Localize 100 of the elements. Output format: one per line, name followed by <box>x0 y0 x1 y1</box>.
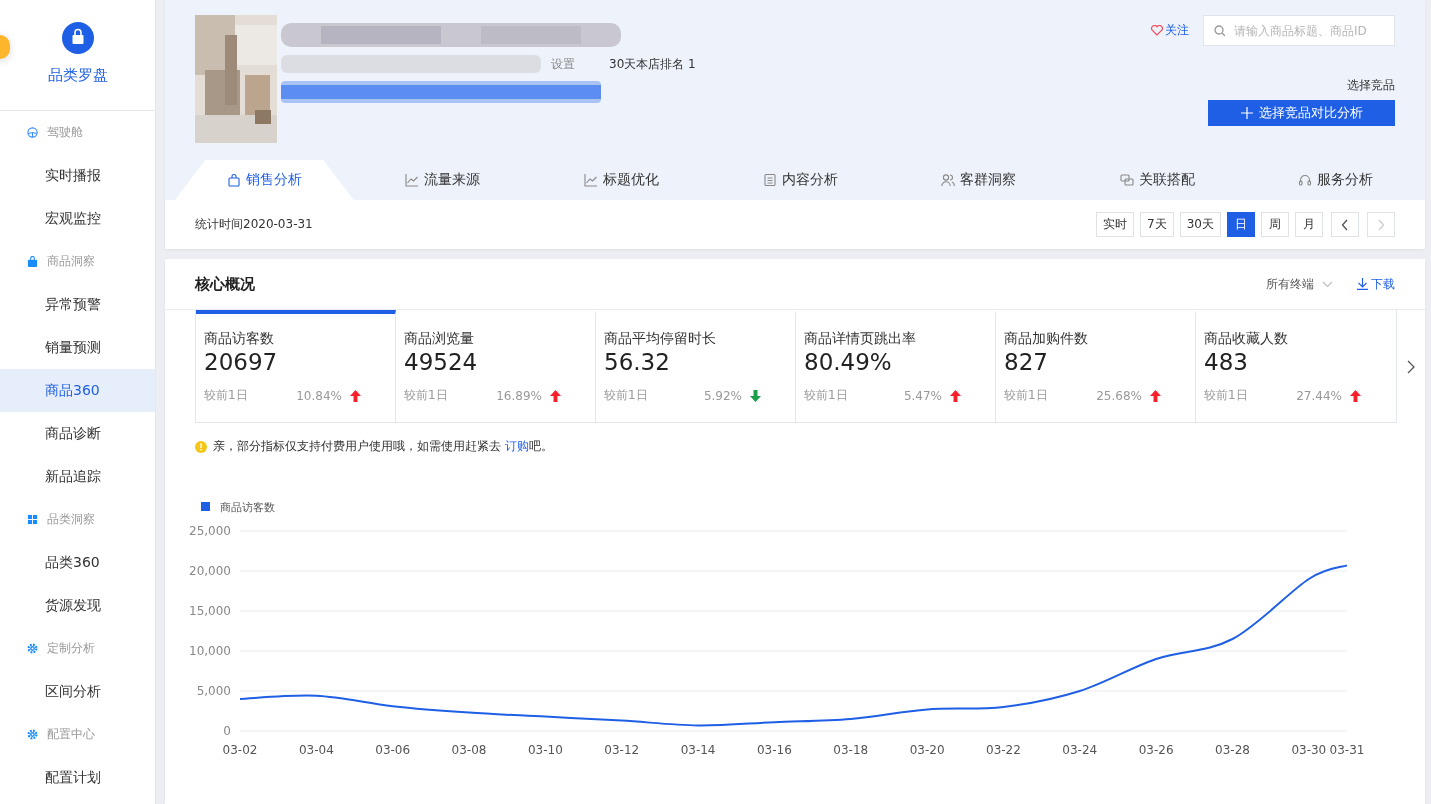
nav-item[interactable]: 新品追踪 <box>0 455 155 498</box>
plus-icon <box>1240 107 1253 119</box>
period-button[interactable]: 7天 <box>1140 212 1174 237</box>
metric-value: 20697 <box>204 349 279 375</box>
grid-icon <box>27 514 38 525</box>
x-axis-label: 03-08 <box>451 743 487 757</box>
tab[interactable]: 客群洞察 <box>889 160 1068 200</box>
document-icon <box>762 173 777 187</box>
change-value: 5.92% <box>702 388 742 403</box>
x-axis-label: 03-06 <box>375 743 411 757</box>
y-axis-label: 15,000 <box>189 604 231 618</box>
nav-item[interactable]: 区间分析 <box>0 670 155 713</box>
change-value: 5.47% <box>902 388 942 403</box>
search-icon <box>1214 25 1226 37</box>
period-button[interactable]: 月 <box>1295 212 1323 237</box>
period-button[interactable]: 30天 <box>1179 212 1221 237</box>
metric-card[interactable]: 商品浏览量 49524 较前1日 16.89% <box>396 310 596 422</box>
legend-label: 商品访客数 <box>220 501 275 514</box>
tab[interactable]: 销售分析 <box>175 160 354 200</box>
x-axis-label: 03-10 <box>527 743 563 757</box>
chevron-right-icon <box>1377 218 1385 231</box>
tab[interactable]: 服务分析 <box>1246 160 1426 200</box>
nav-item[interactable]: 实时播报 <box>0 154 155 197</box>
line-chart-icon <box>405 173 420 187</box>
y-axis-label: 0 <box>223 724 231 738</box>
x-axis-label: 03-14 <box>680 743 716 757</box>
metric-card[interactable]: 商品加购件数 827 较前1日 25.68% <box>996 310 1196 422</box>
chevron-left-icon <box>1341 218 1349 231</box>
download-button[interactable]: 下载 <box>1357 275 1395 293</box>
x-axis-label: 03-02 <box>222 743 258 757</box>
group-label: 定制分析 <box>47 640 95 657</box>
compare-label: 较前1日 <box>804 387 849 404</box>
warning-icon <box>195 440 207 453</box>
follow-button[interactable]: 关注 <box>1151 22 1189 39</box>
overlapping-squares-icon <box>1119 173 1134 187</box>
caret-icon <box>1322 280 1333 288</box>
y-axis-label: 25,000 <box>189 524 231 538</box>
nav-item[interactable]: 商品诊断 <box>0 412 155 455</box>
y-axis-label: 10,000 <box>189 644 231 658</box>
bag-icon <box>226 173 241 187</box>
settings-icon <box>27 729 38 740</box>
period-button[interactable]: 日 <box>1227 212 1255 237</box>
change-value: 16.89% <box>495 388 542 403</box>
x-axis-label: 03-12 <box>604 743 640 757</box>
compare-button[interactable]: 选择竞品对比分析 <box>1208 100 1395 126</box>
tab[interactable]: 流量来源 <box>353 160 533 200</box>
store-rank: 30天本店排名 1 <box>609 55 696 73</box>
nav-item[interactable]: 货源发现 <box>0 584 155 627</box>
tab[interactable]: 关联搭配 <box>1067 160 1247 200</box>
metric-label: 商品加购件数 <box>1004 330 1089 348</box>
metric-label: 商品收藏人数 <box>1204 330 1289 348</box>
x-axis-label: 03-26 <box>1138 743 1174 757</box>
metric-label: 商品平均停留时长 <box>604 330 717 348</box>
nav-item[interactable]: 销量预测 <box>0 326 155 369</box>
metric-label: 商品浏览量 <box>404 330 475 348</box>
previous-button[interactable] <box>1331 212 1359 237</box>
x-axis-label: 03-28 <box>1215 743 1250 757</box>
download-icon <box>1357 278 1368 290</box>
period-button[interactable]: 周 <box>1261 212 1289 237</box>
x-axis-label: 03-20 <box>909 743 945 757</box>
period-button[interactable]: 实时 <box>1096 212 1135 237</box>
metric-value: 56.32 <box>604 349 671 375</box>
tab[interactable]: 标题优化 <box>532 160 711 200</box>
headset-icon <box>1298 173 1313 187</box>
x-axis-label: 03-22 <box>986 743 1021 757</box>
terminal-dropdown[interactable]: 所有终端 <box>1266 275 1333 293</box>
compare-label: 较前1日 <box>604 387 649 404</box>
nav-item[interactable]: 商品360 <box>0 369 155 412</box>
metric-label: 商品访客数 <box>204 330 275 348</box>
x-axis-label: 03-24 <box>1062 743 1098 757</box>
steering-wheel-icon <box>27 127 38 138</box>
nav-item[interactable]: 配置计划 <box>0 756 155 799</box>
search-field[interactable]: 请输入商品标题、商品ID <box>1203 15 1395 46</box>
nav-item[interactable]: 异常预警 <box>0 283 155 326</box>
users-icon <box>941 173 956 187</box>
x-axis-label: 03-31 <box>1329 743 1365 757</box>
nav-item[interactable]: 品类360 <box>0 541 155 584</box>
metric-card[interactable]: 商品详情页跳出率 80.49% 较前1日 5.47% <box>796 310 996 422</box>
metric-value: 80.49% <box>804 349 893 375</box>
group-label: 驾驶舱 <box>47 124 83 141</box>
metric-value: 49524 <box>404 349 479 375</box>
chevron-right-icon <box>1407 359 1415 374</box>
nav-item[interactable]: 宏观监控 <box>0 197 155 240</box>
change-value: 10.84% <box>295 388 342 403</box>
compare-label: 较前1日 <box>1004 387 1049 404</box>
metric-card[interactable]: 商品平均停留时长 56.32 较前1日 5.92% <box>596 310 796 422</box>
y-axis-label: 20,000 <box>189 564 231 578</box>
tab[interactable]: 内容分析 <box>710 160 890 200</box>
compare-label: 选择竞品 <box>1347 77 1395 94</box>
subscribe-link[interactable]: 订购 <box>504 439 529 453</box>
bag-icon <box>27 256 38 267</box>
y-axis-label: 5,000 <box>196 684 231 698</box>
metric-card[interactable]: 商品收藏人数 483 较前1日 27.44% <box>1196 310 1396 422</box>
notice-text: 亲，部分指标仅支持付费用户使用哦，如需使用赶紧去 订购吧。 <box>213 438 553 455</box>
group-label: 品类洞察 <box>47 511 95 528</box>
section-title: 核心概况 <box>195 274 255 294</box>
metric-card[interactable]: 商品访客数 20697 较前1日 10.84% <box>196 310 396 422</box>
bag-icon <box>61 21 94 54</box>
x-axis-label: 03-04 <box>298 743 334 757</box>
compare-label: 较前1日 <box>404 387 449 404</box>
